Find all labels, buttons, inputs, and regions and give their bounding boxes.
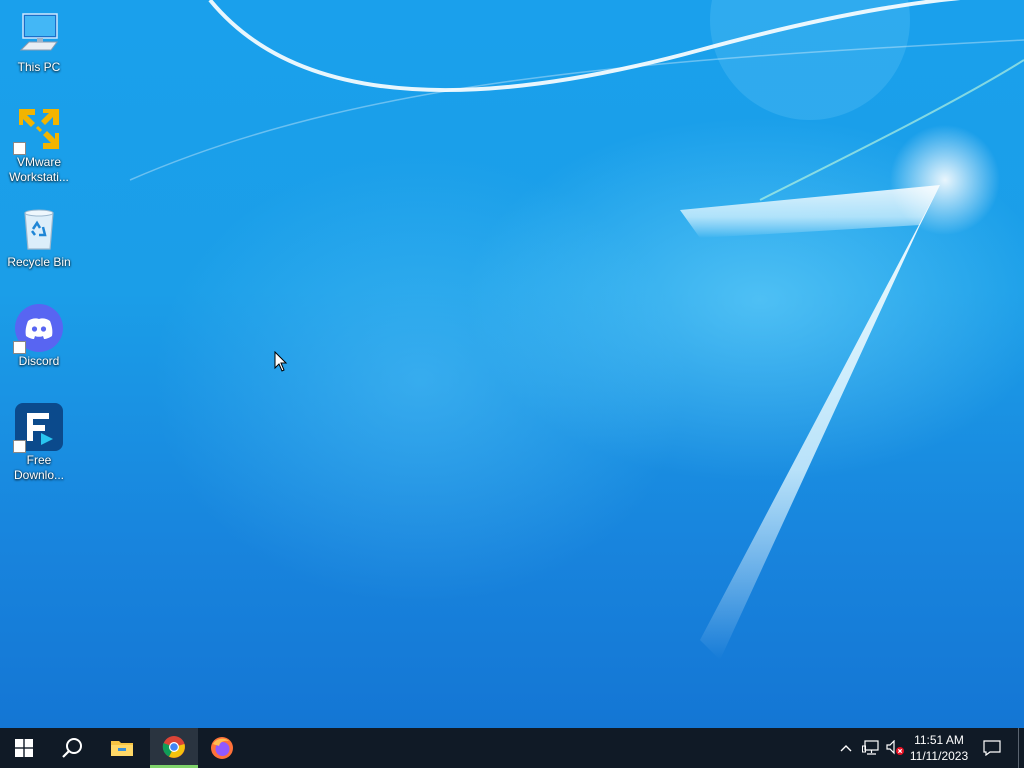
action-center-icon [983,740,1001,756]
desktop-icon-vmware[interactable]: VMware Workstati... [4,105,74,185]
shortcut-arrow-icon [13,142,26,155]
show-hidden-icons-button[interactable] [836,728,856,768]
taskbar-firefox[interactable] [198,728,246,768]
file-explorer-icon [111,741,133,756]
desktop-icon-label: Free Downlo... [13,453,65,482]
desktop-icon-recycle-bin[interactable]: Recycle Bin [4,205,74,270]
shortcut-arrow-icon [13,341,26,354]
chrome-icon [162,735,185,758]
network-tray-button[interactable] [860,728,882,768]
clock-time: 11:51 AM [914,733,964,747]
firefox-icon [211,737,233,759]
chevron-up-icon [840,745,852,752]
start-button[interactable] [0,728,48,768]
desktop-icon-label: VMware Workstati... [9,155,69,184]
free-download-manager-icon [13,403,63,453]
taskbar-clock[interactable]: 11:51 AM 11/11/2023 [902,732,976,764]
desktop-icon-label: This PC [17,60,61,74]
action-center-button[interactable] [978,728,1006,768]
mouse-cursor-icon [274,351,288,372]
search-button[interactable] [48,728,96,768]
desktop-icon-label: Recycle Bin [7,255,71,269]
desktop-icon-this-pc[interactable]: This PC [4,10,74,75]
this-pc-icon [15,10,63,58]
taskbar-chrome[interactable] [150,728,198,768]
recycle-bin-icon [15,205,63,253]
desktop-icon-free-download-manager[interactable]: Free Downlo... [4,403,74,483]
network-icon [862,740,879,755]
shortcut-arrow-icon [13,440,26,453]
show-desktop-button[interactable] [1018,728,1024,768]
search-icon [62,738,82,758]
desktop-icon-discord[interactable]: Discord [4,304,74,369]
discord-icon [13,304,63,354]
taskbar-file-explorer[interactable] [98,728,146,768]
vmware-icon [13,105,63,155]
clock-date: 11/11/2023 [909,749,969,763]
desktop-icon-label: Discord [18,354,60,368]
wallpaper-windows7-art [129,0,1024,660]
taskbar: 11:51 AM 11/11/2023 [0,728,1024,768]
windows-start-icon [15,739,33,757]
desktop[interactable]: This PC VMware Workstati... Recycle Bin … [0,0,1024,728]
